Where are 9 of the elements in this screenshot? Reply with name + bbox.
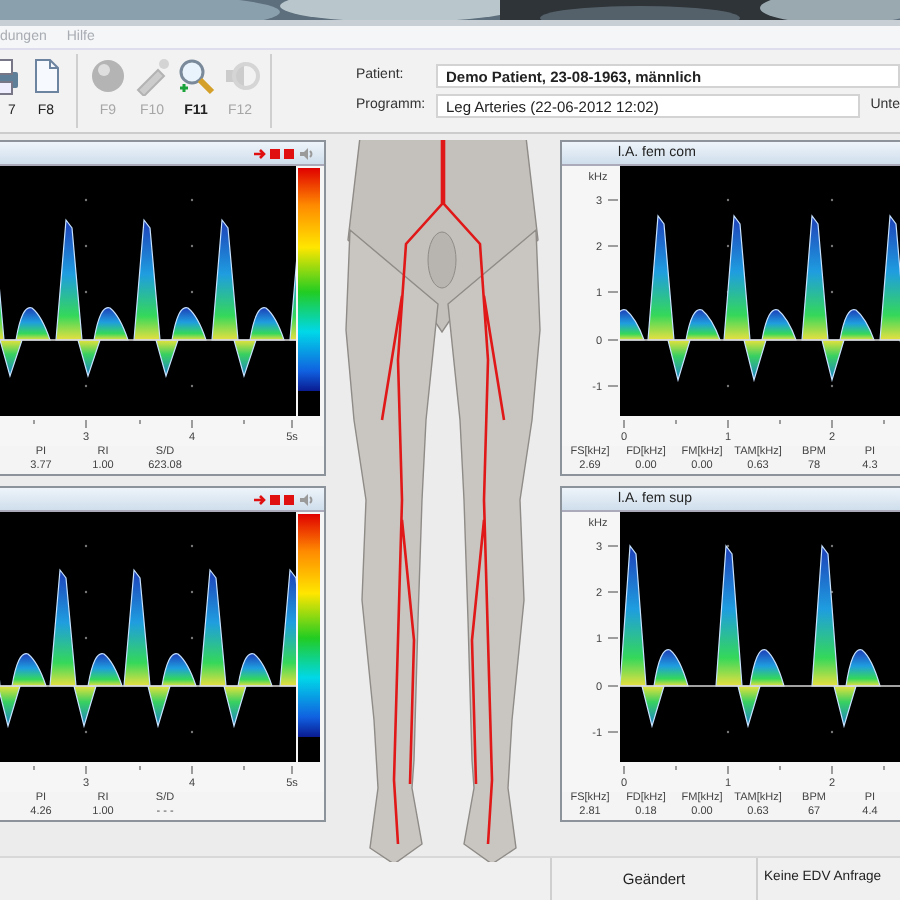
speaker-icon[interactable] <box>300 493 313 505</box>
printer-icon <box>0 56 24 96</box>
arrow-icon[interactable] <box>252 147 266 159</box>
probe-icon <box>132 56 172 96</box>
sphere-icon <box>88 56 128 96</box>
arrow-icon[interactable] <box>252 493 266 505</box>
speaker-icon <box>220 56 260 96</box>
magnifier-icon <box>176 56 216 96</box>
speaker-icon[interactable] <box>300 147 313 159</box>
